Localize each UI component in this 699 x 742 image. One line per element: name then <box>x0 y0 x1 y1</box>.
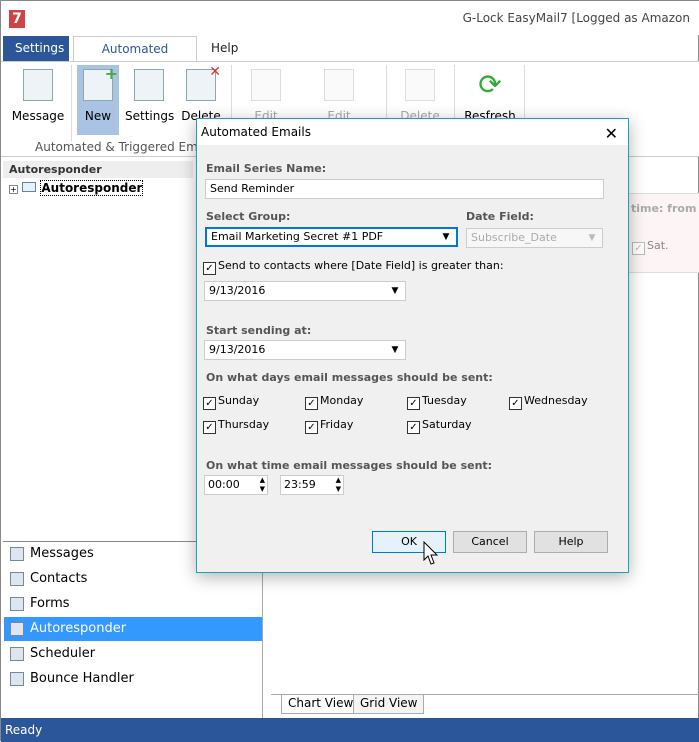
refresh-icon: ⟳ <box>478 68 502 101</box>
thursday-checkbox[interactable]: ✓ Thursday <box>203 418 269 434</box>
divider <box>71 65 72 141</box>
messages-icon <box>10 547 24 561</box>
day-label: Friday <box>320 418 354 431</box>
nav-forms[interactable]: Forms <box>4 592 262 616</box>
dialog-title: Automated Emails <box>201 125 311 139</box>
start-date: 9/13/2016 <box>209 343 266 356</box>
nav-label: Scheduler <box>30 646 96 661</box>
send-where-date-picker[interactable]: 9/13/2016 ▼ <box>204 281 406 301</box>
delete-doc-icon <box>405 69 435 101</box>
nav-label: Messages <box>30 546 94 561</box>
new-label: New <box>84 109 112 123</box>
automated-emails-dialog: Automated Emails ✕ Email Series Name: Sen… <box>196 118 629 573</box>
series-name-input[interactable]: Send Reminder <box>205 179 604 199</box>
tools-icon <box>324 69 354 101</box>
day-label: Thursday <box>218 418 270 431</box>
nav-autoresponder[interactable]: Autoresponder <box>4 617 262 641</box>
day-label: Tuesday <box>422 394 467 407</box>
time-to: 23:59 <box>284 478 316 491</box>
contacts-icon <box>10 572 24 586</box>
date-field-value: Subscribe_Date <box>471 231 557 244</box>
tab-chart-view[interactable]: Chart View <box>281 694 361 714</box>
monday-checkbox[interactable]: ✓ Monday <box>305 394 363 410</box>
ribbon-group-label: Automated & Triggered Emails <box>35 140 219 154</box>
sat-label: Sat. <box>647 239 669 252</box>
start-date-picker[interactable]: 9/13/2016 ▼ <box>204 340 406 360</box>
message-icon <box>23 69 53 101</box>
window-title: G-Lock EasyMail7 [Logged as Amazon <box>462 11 690 25</box>
spinner-arrows-icon[interactable]: ▲ ▼ <box>260 476 265 494</box>
wednesday-checkbox[interactable]: ✓ Wednesday <box>509 394 588 410</box>
settings-button[interactable]: Settings <box>125 65 175 135</box>
settings-icon <box>134 69 164 101</box>
group-value: Email Marketing Secret #1 PDF <box>211 230 384 243</box>
chevron-down-icon: ▼ <box>588 233 596 243</box>
sunday-checkbox[interactable]: ✓ Sunday <box>203 394 259 410</box>
tab-automated-emails[interactable]: Automated Emails <box>73 36 197 81</box>
nav-scheduler[interactable]: Scheduler <box>4 642 262 666</box>
tuesday-checkbox[interactable]: ✓ Tuesday <box>407 394 467 410</box>
date-field-dropdown[interactable]: Subscribe_Date ▼ <box>466 228 603 248</box>
friday-checkbox[interactable]: ✓ Friday <box>305 418 353 434</box>
chevron-down-icon: ▼ <box>391 286 399 296</box>
edit-icon <box>251 69 281 101</box>
scheduler-icon <box>10 647 24 661</box>
forms-icon <box>10 597 24 611</box>
app-icon[interactable]: 7 <box>9 10 25 28</box>
message-button[interactable]: Message <box>11 65 65 135</box>
spinner-arrows-icon[interactable]: ▲ ▼ <box>336 476 341 494</box>
send-where-label: Send to contacts where [Date Field] is g… <box>218 259 504 272</box>
divider <box>271 694 699 695</box>
select-group-dropdown[interactable]: Email Marketing Secret #1 PDF ▼ <box>205 227 458 247</box>
send-where-date: 9/13/2016 <box>209 284 266 297</box>
select-group-label: Select Group: <box>206 210 291 223</box>
day-label: Sunday <box>218 394 260 407</box>
envelope-icon <box>22 182 37 192</box>
status-bar: Ready <box>1 718 699 742</box>
time-text: time: from 00 <box>631 202 699 215</box>
tab-settings[interactable]: Settings <box>3 36 69 61</box>
nav-bounce-handler[interactable]: Bounce Handler <box>4 667 262 691</box>
new-icon: + <box>83 64 118 101</box>
tab-grid-view[interactable]: Grid View <box>353 694 425 714</box>
left-panel-header: Autoresponder <box>3 161 193 178</box>
close-icon[interactable]: ✕ <box>605 121 618 147</box>
time-from: 00:00 <box>208 478 240 491</box>
start-sending-label: Start sending at: <box>206 324 312 337</box>
time-to-spinner[interactable]: 23:59 ▲ ▼ <box>280 475 344 495</box>
autoresponder-icon <box>10 622 24 636</box>
chevron-down-icon: ▼ <box>391 345 399 355</box>
series-name-label: Email Series Name: <box>206 162 327 175</box>
delete-icon: ✕ <box>186 64 221 101</box>
time-label: On what time email messages should be se… <box>206 459 493 472</box>
mouse-cursor-icon <box>423 541 439 565</box>
settings-label: Settings <box>125 109 175 123</box>
help-button[interactable]: Help <box>534 531 608 553</box>
nav-label: Autoresponder <box>30 621 127 636</box>
bounce-handler-icon <box>10 672 24 686</box>
cancel-button[interactable]: Cancel <box>453 531 527 553</box>
chevron-down-icon: ▼ <box>442 232 450 242</box>
message-label: Message <box>11 109 65 123</box>
tree-item-label: Autoresponder <box>40 180 144 196</box>
tab-help[interactable]: Help <box>199 36 250 61</box>
saturday-checkbox[interactable]: ✓ Saturday <box>407 418 472 434</box>
day-label: Monday <box>320 394 364 407</box>
time-from-spinner[interactable]: 00:00 ▲ ▼ <box>204 475 268 495</box>
date-field-label: Date Field: <box>466 210 534 223</box>
nav-label: Forms <box>30 596 70 611</box>
nav-label: Contacts <box>30 571 88 586</box>
send-where-checkbox[interactable]: ✓ Send to contacts where [Date Field] is … <box>203 259 504 275</box>
dialog-title-bar: Automated Emails ✕ <box>197 119 628 145</box>
day-label: Saturday <box>422 418 472 431</box>
tree-item-autoresponder[interactable]: + Autoresponder <box>9 180 144 196</box>
new-button[interactable]: + New <box>77 64 119 135</box>
day-label: Wednesday <box>524 394 588 407</box>
days-label: On what days email messages should be se… <box>206 371 493 384</box>
nav-label: Bounce Handler <box>30 671 134 686</box>
expand-icon[interactable]: + <box>9 185 18 194</box>
sat-checkbox[interactable]: ✓ Sat. <box>632 239 669 255</box>
